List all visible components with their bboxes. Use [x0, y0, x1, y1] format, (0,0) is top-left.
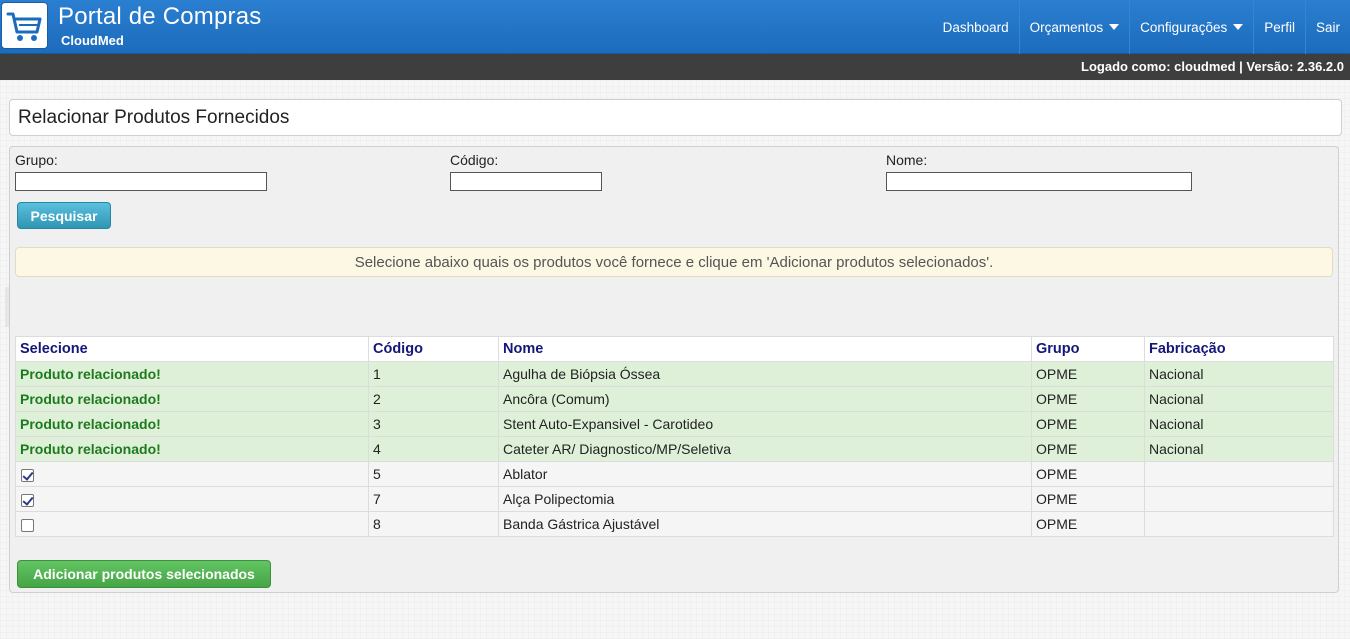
table-row: 8 Banda Gástrica Ajustável OPME — [15, 511, 1334, 537]
select-checkbox[interactable] — [21, 468, 34, 482]
related-status: Produto relacionado! — [15, 411, 369, 437]
cell-fabricacao: Nacional — [1144, 436, 1334, 462]
cell-codigo: 3 — [368, 411, 499, 437]
cell-codigo: 8 — [368, 511, 499, 537]
login-status: Logado como: cloudmed | Versão: 2.36.2.0 — [0, 54, 1350, 80]
cell-nome: Cateter AR/ Diagnostico/MP/Seletiva — [498, 436, 1032, 462]
caret-down-icon — [1233, 24, 1244, 30]
add-selected-products-button[interactable]: Adicionar produtos selecionados — [17, 560, 271, 588]
info-message: Selecione abaixo quais os produtos você … — [15, 247, 1333, 277]
table-row: Produto relacionado! 3 Stent Auto-Expansiv… — [15, 411, 1334, 437]
cell-grupo: OPME — [1031, 386, 1145, 412]
table-body: Produto relacionado! 1 Agulha de Biópsia Ó… — [15, 361, 1334, 537]
cell-codigo: 7 — [368, 486, 499, 512]
select-checkbox[interactable] — [21, 518, 34, 532]
select-checkbox[interactable] — [21, 493, 34, 507]
cell-grupo: OPME — [1031, 436, 1145, 462]
nav-configuracoes[interactable]: Configurações — [1129, 0, 1253, 54]
page-title: Relacionar Produtos Fornecidos — [9, 99, 1342, 136]
nav-sair[interactable]: Sair — [1304, 0, 1350, 54]
nav-dashboard[interactable]: Dashboard — [933, 0, 1019, 54]
grupo-input[interactable] — [15, 172, 267, 191]
select-cell[interactable] — [15, 511, 369, 537]
table-row: Produto relacionado! 2 Ancôra (Comum) OPME N… — [15, 386, 1334, 412]
cell-nome: Alça Polipectomia — [498, 486, 1032, 512]
related-status: Produto relacionado! — [15, 386, 369, 412]
cell-nome: Agulha de Biópsia Óssea — [498, 361, 1032, 387]
nav-perfil[interactable]: Perfil — [1253, 0, 1305, 54]
main-nav: Dashboard Orçamentos Configurações Perfi… — [933, 0, 1350, 54]
search-button[interactable]: Pesquisar — [17, 202, 111, 229]
nav-orcamentos[interactable]: Orçamentos — [1018, 0, 1130, 54]
cell-nome: Stent Auto-Expansivel - Carotideo — [498, 411, 1032, 437]
cell-fabricacao: Nacional — [1144, 386, 1334, 412]
nome-input[interactable] — [886, 172, 1192, 191]
cell-codigo: 5 — [368, 461, 499, 487]
nome-label: Nome: — [886, 152, 928, 168]
table-row: Produto relacionado! 1 Agulha de Biópsia Ó… — [15, 361, 1334, 387]
cell-grupo: OPME — [1031, 511, 1145, 537]
app-title[interactable]: Portal de Compras — [58, 3, 262, 31]
shopping-cart-icon[interactable] — [1, 2, 48, 49]
cell-nome: Ancôra (Comum) — [498, 386, 1032, 412]
codigo-input[interactable] — [450, 172, 602, 191]
table-row: 7 Alça Polipectomia OPME — [15, 486, 1334, 512]
table-row: 5 Ablator OPME — [15, 461, 1334, 487]
cell-fabricacao — [1144, 486, 1334, 512]
products-table: Selecione Código Nome Grupo Fabricação P… — [15, 336, 1334, 537]
header-nome[interactable]: Nome — [498, 336, 1032, 362]
header-fabricacao[interactable]: Fabricação — [1144, 336, 1334, 362]
cell-fabricacao: Nacional — [1144, 361, 1334, 387]
select-cell[interactable] — [15, 461, 369, 487]
related-status: Produto relacionado! — [15, 436, 369, 462]
main-panel: Grupo: Código: Nome: Pesquisar Selecione… — [9, 146, 1339, 593]
cell-fabricacao — [1144, 461, 1334, 487]
header-grupo[interactable]: Grupo — [1031, 336, 1145, 362]
cell-fabricacao: Nacional — [1144, 411, 1334, 437]
caret-down-icon — [1109, 24, 1120, 30]
select-cell[interactable] — [15, 486, 369, 512]
cell-grupo: OPME — [1031, 361, 1145, 387]
cell-grupo: OPME — [1031, 461, 1145, 487]
cell-fabricacao — [1144, 511, 1334, 537]
cell-grupo: OPME — [1031, 486, 1145, 512]
cell-codigo: 1 — [368, 361, 499, 387]
codigo-label: Código: — [450, 152, 499, 168]
left-strip — [5, 287, 9, 327]
cell-grupo: OPME — [1031, 411, 1145, 437]
company-name: CloudMed — [61, 33, 124, 48]
table-row: Produto relacionado! 4 Cateter AR/ Diagnos… — [15, 436, 1334, 462]
top-navbar: Portal de Compras CloudMed Dashboard Orç… — [0, 0, 1350, 54]
cell-nome: Ablator — [498, 461, 1032, 487]
table-header-row: Selecione Código Nome Grupo Fabricação — [15, 336, 1334, 362]
header-codigo[interactable]: Código — [368, 336, 499, 362]
cell-codigo: 2 — [368, 386, 499, 412]
header-selecione[interactable]: Selecione — [15, 336, 369, 362]
cell-codigo: 4 — [368, 436, 499, 462]
cell-nome: Banda Gástrica Ajustável — [498, 511, 1032, 537]
related-status: Produto relacionado! — [15, 361, 369, 387]
grupo-label: Grupo: — [15, 152, 58, 168]
